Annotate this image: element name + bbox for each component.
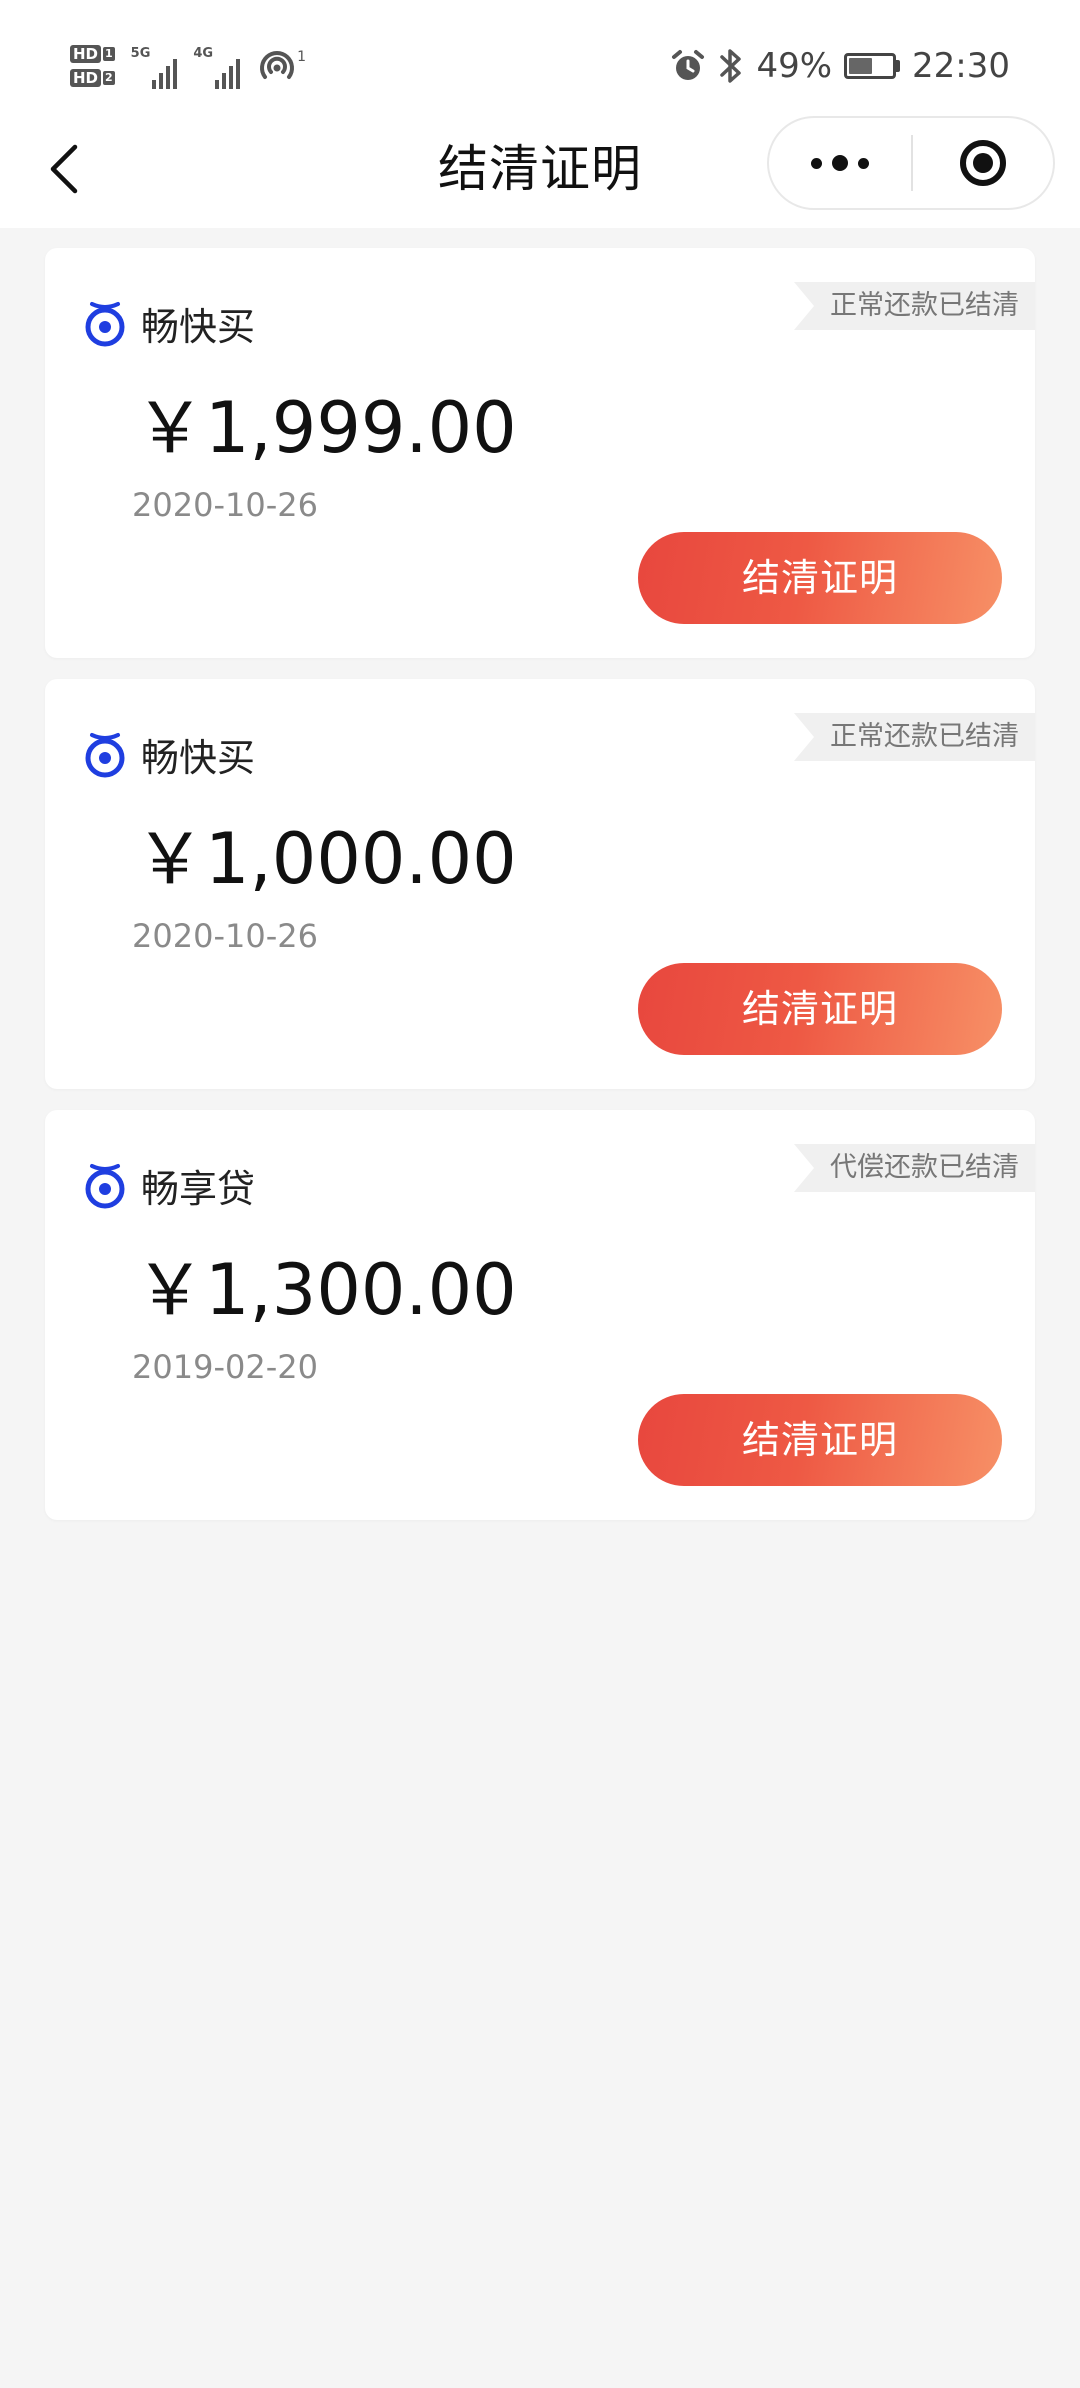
hd-icon: HD: [70, 69, 102, 87]
brand-row: 畅快买: [83, 298, 256, 349]
sim1-indicator: HD 1: [70, 45, 115, 63]
status-badge: 代偿还款已结清: [794, 1144, 1035, 1192]
settlement-date: 2020-10-26: [132, 917, 318, 955]
more-button[interactable]: [769, 118, 911, 208]
target-icon: [960, 140, 1006, 186]
loan-amount: ￥1,999.00: [135, 387, 517, 469]
hotspot-indicator: 1: [258, 49, 306, 83]
battery-percent: 49%: [756, 46, 833, 86]
loan-amount: ￥1,000.00: [135, 818, 517, 900]
battery-body: [844, 53, 897, 79]
status-badge: 正常还款已结清: [794, 713, 1035, 761]
settlement-proof-button[interactable]: 结清证明: [638, 1394, 1002, 1486]
sim-indicators: HD 1 HD 2: [70, 45, 115, 87]
settlement-proof-button[interactable]: 结清证明: [638, 963, 1002, 1055]
battery-icon: [844, 53, 901, 79]
signal-5g: 5G: [131, 43, 178, 89]
hotspot-icon: [260, 51, 295, 79]
battery-tip: [896, 60, 901, 72]
brand-row: 畅享贷: [83, 1160, 256, 1211]
brand-logo-icon: [85, 733, 125, 778]
sim2-indicator: HD 2: [70, 69, 115, 87]
status-left-group: HD 1 HD 2 5G 4G 1: [70, 38, 306, 94]
signal-bars-icon: [152, 55, 178, 89]
hotspot-count: 1: [297, 49, 307, 65]
navigation-bar: 结清证明: [0, 110, 1080, 228]
chevron-left-icon: [50, 144, 78, 194]
loan-amount: ￥1,300.00: [135, 1249, 517, 1331]
more-dots-icon: [858, 157, 869, 169]
close-miniprogram-button[interactable]: [913, 118, 1053, 208]
signal-bars-icon: [215, 55, 241, 89]
signal-4g: 4G: [193, 43, 241, 89]
brand-logo-icon: [85, 302, 125, 347]
alarm-icon: [672, 50, 705, 80]
settlement-card: 畅享贷 代偿还款已结清 ￥1,300.00 2019-02-20 结清证明: [45, 1110, 1035, 1520]
network-4g-label: 4G: [193, 46, 214, 61]
network-5g-label: 5G: [130, 46, 151, 61]
more-dots-icon: [811, 157, 822, 169]
target-icon-center: [973, 153, 993, 173]
settlement-card: 畅快买 正常还款已结清 ￥1,999.00 2020-10-26 结清证明: [45, 248, 1035, 658]
brand-logo-icon: [85, 1164, 125, 1209]
settlement-list: 畅快买 正常还款已结清 ￥1,999.00 2020-10-26 结清证明 畅快…: [45, 248, 1035, 1541]
status-right-group: 49% 22:30: [670, 38, 1010, 94]
brand-name: 畅快买: [141, 304, 256, 349]
hd-icon: HD: [70, 45, 102, 63]
sim2-number: 2: [103, 71, 115, 85]
status-badge: 正常还款已结清: [794, 282, 1035, 330]
settlement-date: 2020-10-26: [132, 486, 318, 524]
back-button[interactable]: [30, 134, 100, 204]
settlement-proof-button[interactable]: 结清证明: [638, 532, 1002, 624]
brand-name: 畅快买: [141, 735, 256, 780]
sim1-number: 1: [103, 47, 115, 61]
settlement-date: 2019-02-20: [132, 1348, 318, 1386]
bluetooth-icon: [720, 49, 742, 83]
brand-name: 畅享贷: [141, 1166, 256, 1211]
clock-time: 22:30: [912, 46, 1010, 86]
more-dots-icon: [832, 155, 848, 171]
brand-row: 畅快买: [83, 729, 256, 780]
battery-fill: [849, 58, 872, 74]
settlement-card: 畅快买 正常还款已结清 ￥1,000.00 2020-10-26 结清证明: [45, 679, 1035, 1089]
miniprogram-capsule: [767, 116, 1055, 210]
